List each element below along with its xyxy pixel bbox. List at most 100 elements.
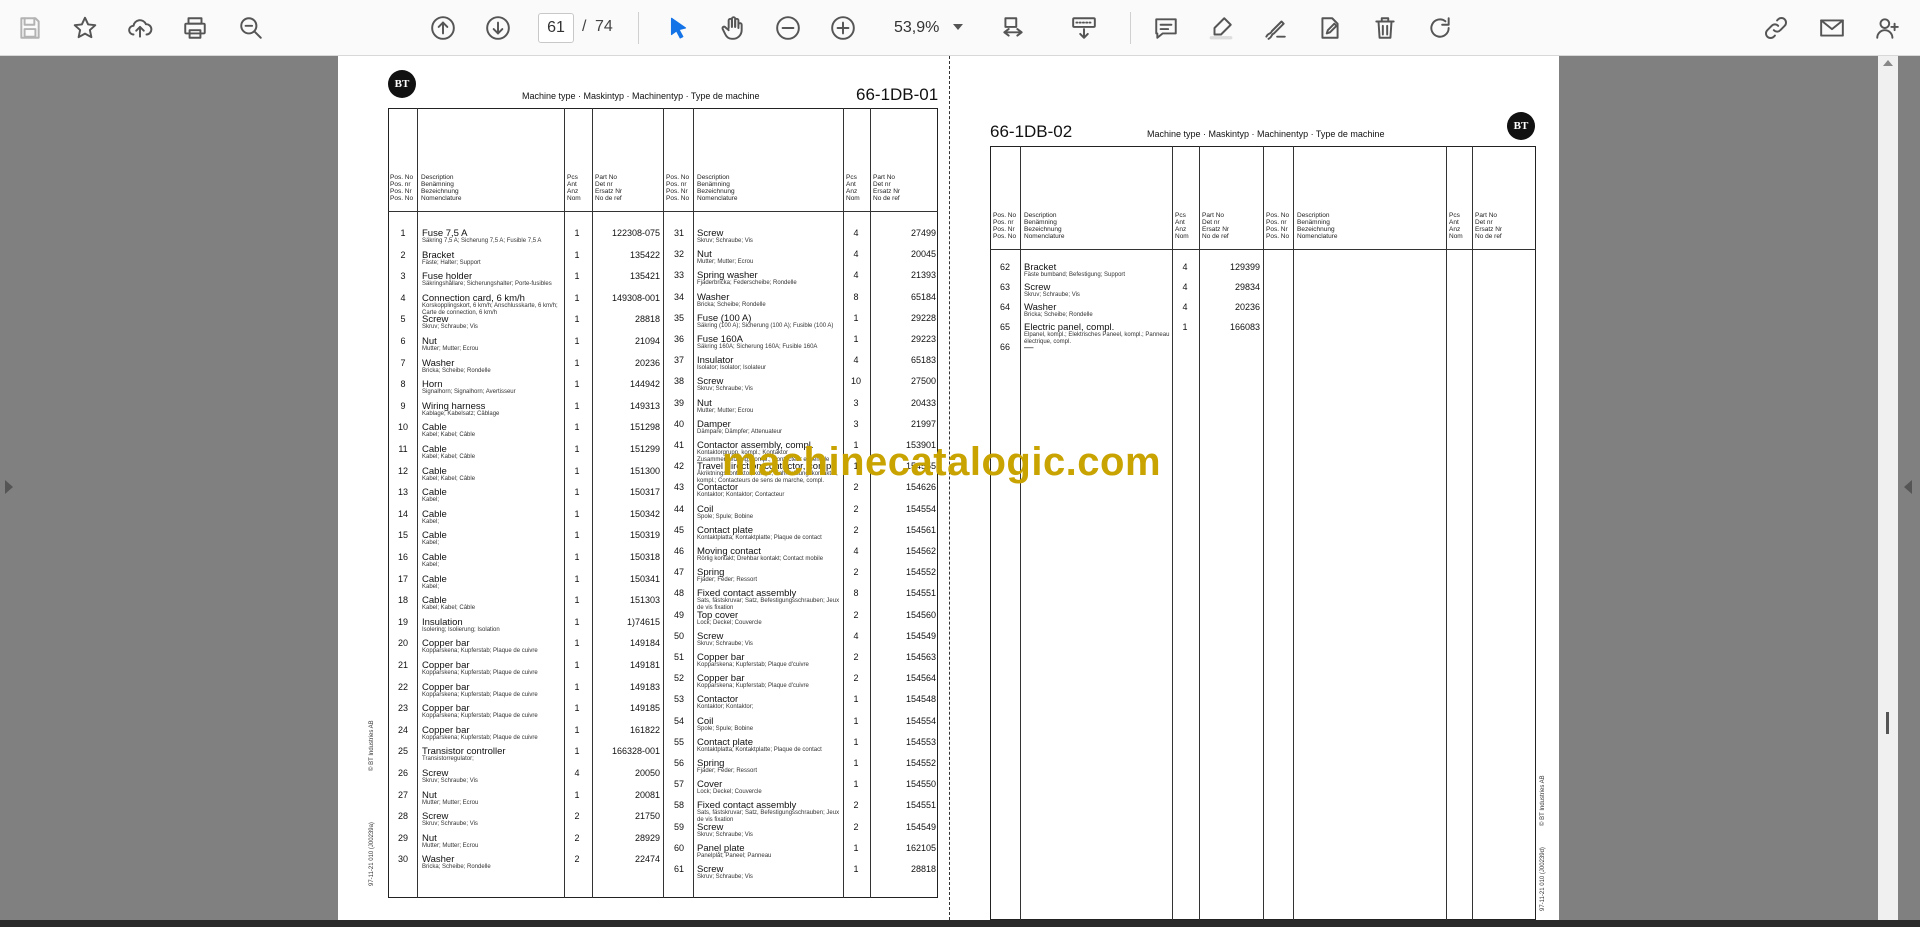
- row-part-number: 151303: [629, 595, 660, 606]
- row-translation: Kontaktplatta; Kontaktplatte; Plaque de …: [697, 534, 822, 541]
- header-pos: Pos. No Pos. nr Pos. Nr Pos. No: [993, 212, 1017, 240]
- share-link-icon[interactable]: [1758, 10, 1794, 46]
- row-pos: 60: [673, 842, 684, 853]
- row-pos: 65: [999, 322, 1010, 332]
- scroll-up-icon[interactable]: [1883, 60, 1893, 66]
- comment-icon[interactable]: [1148, 10, 1184, 46]
- row-quantity: 2: [853, 800, 859, 811]
- mail-icon[interactable]: [1814, 10, 1850, 46]
- row-quantity: 1: [574, 314, 580, 325]
- machine-type-heading: Machine type · Maskintyp · Machinentyp ·…: [522, 91, 760, 101]
- row-pos: 11: [398, 444, 408, 454]
- row-translation: Kablage; Kabelsatz; Câblage: [422, 410, 500, 417]
- row-quantity: 1: [574, 444, 580, 454]
- delete-icon[interactable]: [1367, 10, 1403, 46]
- next-page-arrow-icon[interactable]: [1904, 480, 1912, 494]
- row-pos: 18: [397, 595, 408, 606]
- row-part-number: 21997: [910, 418, 936, 429]
- row-translation: Panelplåt; Paneel; Panneau: [697, 852, 772, 859]
- row-pos: 56: [673, 758, 684, 768]
- row-part-number: 135421: [629, 271, 660, 282]
- row-part-number: 27499: [910, 228, 936, 238]
- row-part-number: 154626: [905, 482, 936, 493]
- upload-icon[interactable]: [122, 10, 158, 46]
- pdf-toolbar: 61 / 74 53,9%: [0, 0, 1920, 56]
- row-part-number: 166328-001: [611, 746, 660, 757]
- row-translation: Fäste; Halter; Support: [422, 259, 481, 266]
- row-quantity: 2: [574, 854, 580, 865]
- row-translation: Dämpare; Dämpfer; Attenuateur: [697, 428, 783, 435]
- row-pos: 51: [673, 652, 684, 662]
- row-quantity: 1: [574, 465, 580, 476]
- row-pos: 41: [673, 440, 684, 450]
- row-pos: 8: [400, 379, 406, 390]
- zoom-out-icon[interactable]: [770, 10, 806, 46]
- prev-page-arrow-icon[interactable]: [5, 480, 13, 494]
- row-part-number: 27500: [910, 376, 936, 387]
- zoom-level-select[interactable]: 53,9%: [884, 13, 964, 43]
- save-icon[interactable]: [12, 10, 48, 46]
- row-translation: Skruv; Schraube; Vis: [1024, 292, 1080, 298]
- side-copyright-note: © BT Industries AB: [1540, 775, 1546, 826]
- row-pos: 63: [999, 282, 1010, 292]
- row-pos: 9: [400, 400, 406, 411]
- row-quantity: 1: [574, 552, 580, 562]
- row-translation: Lock; Deckel; Couvercle: [697, 789, 762, 796]
- row-quantity: 10: [850, 376, 861, 387]
- sign-icon[interactable]: [1257, 10, 1293, 46]
- scroll-thumb[interactable]: [1886, 712, 1889, 734]
- row-part-number: 20050: [634, 768, 660, 778]
- row-part-number: 1)74615: [626, 616, 660, 627]
- add-user-icon[interactable]: [1869, 10, 1905, 46]
- row-translation: Skruv; Schraube; Vis: [697, 831, 753, 838]
- row-pos: 20: [397, 638, 408, 649]
- row-quantity: 1: [574, 595, 580, 606]
- row-translation: Säkring 160A; Sicherung 160A; Fusible 16…: [697, 344, 818, 350]
- row-part-number: 21393: [910, 270, 936, 281]
- row-translation: Kopparskena; Kupferstab; Plaque de cuivr…: [422, 648, 538, 655]
- row-part-number: 28818: [910, 864, 936, 874]
- row-pos: 61: [673, 864, 684, 874]
- row-quantity: 4: [853, 355, 859, 366]
- row-part-number: 154563: [905, 652, 936, 662]
- page-up-icon[interactable]: [425, 10, 461, 46]
- row-part-number: 65184: [910, 291, 936, 302]
- row-pos: 53: [673, 694, 684, 705]
- fit-page-icon[interactable]: [995, 10, 1031, 46]
- select-arrow-icon[interactable]: [660, 10, 696, 46]
- row-translation: Kontaktplatta; Kontaktplatte; Plaque de …: [697, 746, 822, 753]
- hand-icon[interactable]: [715, 10, 751, 46]
- zoom-search-icon[interactable]: [233, 10, 269, 46]
- row-translation: Kopparskena; Kupferstab; Plaque d'cuivre: [697, 662, 809, 668]
- row-pos: 10: [397, 422, 408, 433]
- row-pos: 52: [673, 673, 684, 684]
- row-translation: Isolering; Isolierung; Isolation: [422, 626, 500, 633]
- row-quantity: 2: [853, 609, 859, 620]
- page-down-icon[interactable]: [480, 10, 516, 46]
- page-number-input[interactable]: 61: [538, 13, 574, 43]
- row-part-number: 28818: [634, 314, 660, 325]
- star-icon[interactable]: [67, 10, 103, 46]
- edit-pdf-icon[interactable]: [1312, 10, 1348, 46]
- row-part-number: 20236: [634, 357, 660, 368]
- row-part-number: 154550: [905, 779, 936, 790]
- row-translation: Rörlig kontakt; Drehbar kontakt; Contact…: [697, 556, 824, 562]
- row-pos: 34: [673, 291, 684, 302]
- print-icon[interactable]: [177, 10, 213, 46]
- rotate-icon[interactable]: [1422, 10, 1458, 46]
- row-pos: 28: [397, 811, 408, 822]
- row-quantity: 4: [1182, 262, 1188, 272]
- row-quantity: 1: [853, 461, 859, 472]
- row-translation: Kontaktor; Kontaktor;: [697, 704, 754, 711]
- row-quantity: 1: [574, 400, 580, 411]
- row-translation: Fäste bumband; Befestigung; Support: [1024, 272, 1126, 278]
- chevron-down-icon[interactable]: [953, 24, 963, 30]
- highlight-icon[interactable]: [1203, 10, 1239, 46]
- zoom-in-icon[interactable]: [825, 10, 861, 46]
- row-quantity: 1: [574, 292, 580, 303]
- scroll-mode-icon[interactable]: [1066, 10, 1102, 46]
- vertical-scrollbar[interactable]: [1878, 56, 1898, 920]
- row-translation: Spole; Spule; Bobine: [697, 725, 754, 732]
- row-quantity: 2: [853, 652, 859, 662]
- row-part-number: 22474: [634, 854, 660, 865]
